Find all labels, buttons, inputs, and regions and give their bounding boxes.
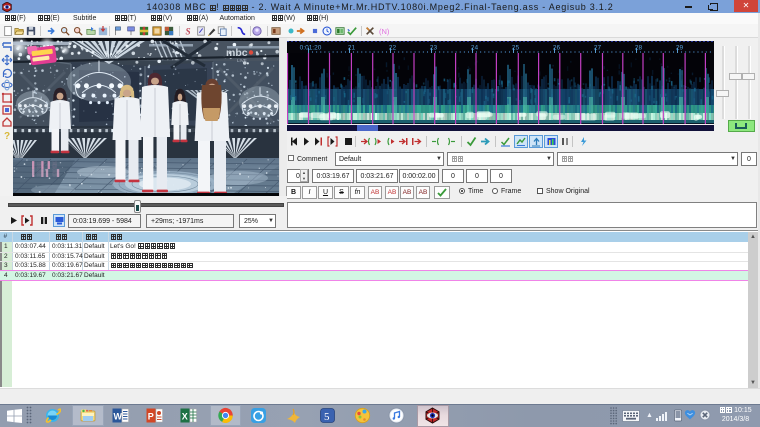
svg-text:▌░▌▌ ░▌: ▌░▌▌ ░▌: [32, 169, 61, 177]
svg-text:26: 26: [553, 45, 561, 52]
svg-text:X: X: [182, 412, 188, 422]
svg-text:W: W: [114, 412, 123, 422]
svg-text:27: 27: [594, 45, 602, 52]
svg-text:24: 24: [471, 45, 479, 52]
svg-text:23: 23: [430, 45, 438, 52]
svg-text:5: 5: [324, 411, 330, 423]
svg-text:LIVE: LIVE: [237, 58, 247, 63]
svg-text:25: 25: [512, 45, 520, 52]
svg-text:0:01:20: 0:01:20: [300, 45, 322, 52]
svg-text:▌░▌ ▌░: ▌░▌ ▌░: [32, 161, 57, 169]
svg-text:22: 22: [389, 45, 397, 52]
svg-text:29: 29: [676, 45, 684, 52]
svg-text:28: 28: [635, 45, 643, 52]
svg-text:S: S: [186, 26, 191, 36]
svg-text:P: P: [148, 412, 154, 422]
svg-text:?: ?: [4, 131, 10, 141]
svg-text:(N): (N): [379, 27, 389, 36]
svg-text:21: 21: [348, 45, 356, 52]
